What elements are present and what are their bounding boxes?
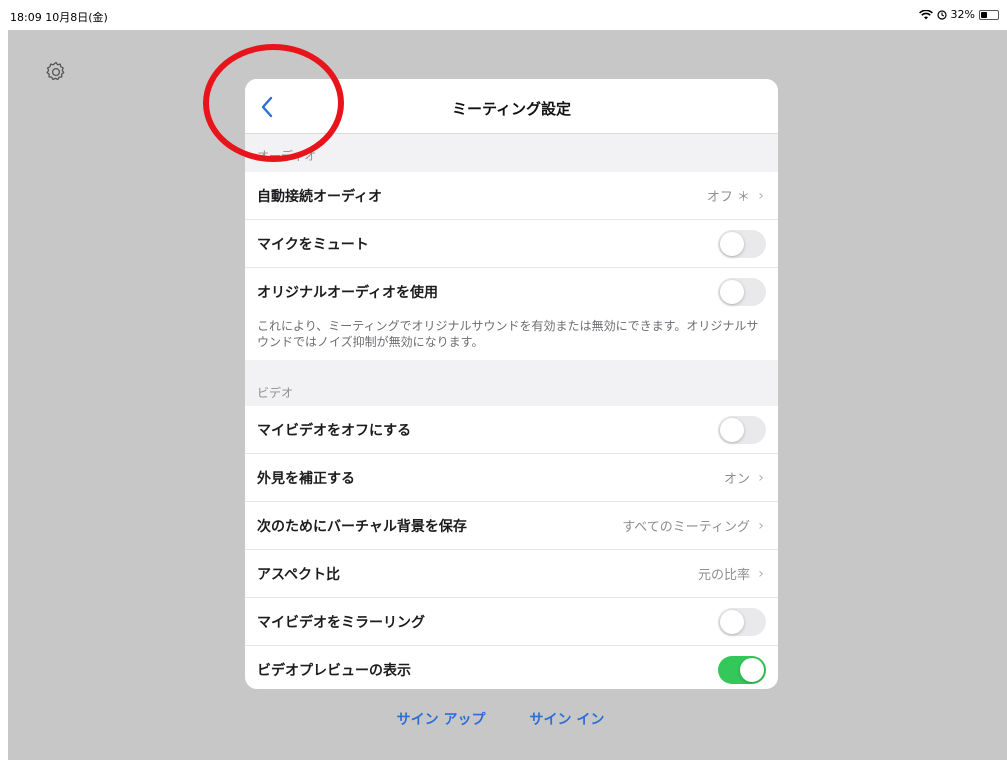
row-show-video-preview: ビデオプレビューの表示 (245, 646, 778, 689)
sign-in-link[interactable]: サイン イン (530, 709, 605, 729)
toggle-turn-off-video[interactable] (718, 415, 766, 444)
row-value: オン (723, 472, 750, 487)
row-label: マイクをミュート (257, 236, 369, 253)
modal-title: ミーティング設定 (451, 100, 572, 118)
toggle-original-audio[interactable] (718, 278, 766, 306)
row-label: 外見を補正する (257, 470, 355, 487)
toggle-knob (720, 280, 744, 304)
row-original-audio: オリジナルオーディオを使用 (245, 268, 778, 316)
auth-links: サイン アップ サイン イン (0, 709, 1007, 729)
section-header-audio: オーディオ (245, 134, 778, 172)
status-right-group: 32% (918, 8, 999, 21)
row-aspect-ratio[interactable]: アスペクト比 元の比率 › (245, 550, 778, 598)
toggle-knob (720, 609, 744, 634)
row-value: オフ ＊ (706, 190, 750, 205)
alarm-icon (936, 9, 947, 20)
row-touch-up-appearance[interactable]: 外見を補正する オン › (245, 454, 778, 502)
row-turn-off-video: マイビデオをオフにする (245, 406, 778, 454)
status-time-date: 18:09 10月8日(金) (10, 11, 108, 24)
row-label: マイビデオをオフにする (257, 422, 412, 439)
chevron-right-icon: › (758, 517, 764, 534)
wifi-icon (918, 9, 933, 19)
row-save-virtual-background[interactable]: 次のためにバーチャル背景を保存 すべてのミーティング › (245, 502, 778, 550)
toggle-show-video-preview[interactable] (718, 656, 766, 684)
row-label: 次のためにバーチャル背景を保存 (257, 518, 467, 535)
row-mute-mic: マイクをミュート (245, 220, 778, 268)
row-label: 自動接続オーディオ (257, 188, 383, 205)
row-value: すべてのミーティング (622, 520, 750, 535)
toggle-knob (740, 658, 764, 682)
row-value: 元の比率 (697, 568, 750, 583)
original-audio-description: これにより、ミーティングでオリジナルサウンドを有効または無効にできます。オリジナ… (245, 316, 778, 360)
battery-percent: 32% (950, 8, 975, 21)
toggle-knob (720, 417, 744, 442)
chevron-right-icon: › (758, 187, 764, 204)
battery-icon (979, 9, 999, 20)
toggle-mirror-video[interactable] (718, 607, 766, 636)
chevron-right-icon: › (758, 565, 764, 582)
status-bar: 18:09 10月8日(金) 32% (0, 0, 1007, 30)
battery-fill (981, 11, 987, 18)
row-auto-connect-audio[interactable]: 自動接続オーディオ オフ ＊ › (245, 172, 778, 220)
modal-nav-bar: ミーティング設定 (245, 79, 778, 134)
row-label: オリジナルオーディオを使用 (257, 285, 439, 301)
row-label: ビデオプレビューの表示 (257, 663, 411, 679)
toggle-mute-mic[interactable] (718, 229, 766, 258)
toggle-knob (720, 231, 744, 256)
section-header-video: ビデオ (245, 360, 778, 406)
row-mirror-video: マイビデオをミラーリング (245, 598, 778, 646)
row-label: マイビデオをミラーリング (257, 614, 425, 631)
sign-up-link[interactable]: サイン アップ (397, 709, 486, 729)
meeting-settings-modal: ミーティング設定 オーディオ 自動接続オーディオ オフ ＊ › マイクをミュート… (245, 79, 778, 689)
chevron-right-icon: › (758, 469, 764, 486)
gear-icon[interactable] (44, 60, 68, 84)
row-label: アスペクト比 (257, 566, 341, 583)
